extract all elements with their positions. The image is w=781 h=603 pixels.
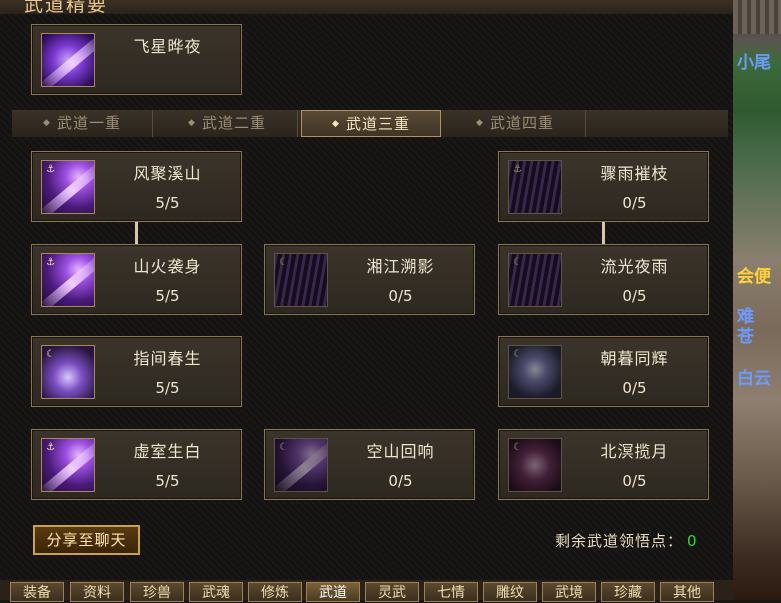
skill-name: 朝暮同辉: [600, 349, 669, 368]
skill-icon-rain: ☾: [508, 253, 562, 307]
scene-text: 小尾: [737, 53, 771, 73]
anchor-icon: ⚓: [46, 164, 55, 175]
bottom-tab-martial[interactable]: 武道: [306, 582, 360, 602]
scene-text: 会便: [737, 267, 771, 287]
points-value: 0: [687, 532, 698, 550]
skill-card[interactable]: ☾ 湘江溯影 0/5: [264, 244, 475, 315]
skill-card[interactable]: ☾ 流光夜雨 0/5: [498, 244, 709, 315]
game-scene: 小尾 会便 难 苍 白云: [733, 0, 781, 600]
skill-connector: [602, 222, 605, 244]
skill-card[interactable]: ☾ 指间春生 5/5: [31, 336, 242, 407]
moon-icon: ☾: [279, 442, 288, 453]
diamond-icon: ◆: [332, 119, 340, 129]
skill-card[interactable]: ⚓ 骤雨摧枝 0/5: [498, 151, 709, 222]
bottom-tab-cultivate[interactable]: 修炼: [248, 582, 302, 602]
skill-icon-orb: ☾: [41, 345, 95, 399]
moon-icon: ☾: [46, 349, 55, 360]
skill-icon-rain: ⚓: [508, 160, 562, 214]
skill-card[interactable]: ☾ 空山回响 0/5: [264, 429, 475, 500]
skill-name: 流光夜雨: [600, 257, 669, 276]
skill-icon-slash: ⚓: [41, 438, 95, 492]
skill-card[interactable]: ⚓ 山火袭身 5/5: [31, 244, 242, 315]
tab-tier-1[interactable]: ◆ 武道一重: [12, 110, 153, 137]
skill-connector: [135, 222, 138, 244]
top-skill-card[interactable]: 飞星晔夜: [31, 24, 242, 95]
skill-name: 虚室生白: [133, 442, 202, 461]
skill-level: 0/5: [622, 194, 647, 212]
skill-card[interactable]: ⚓ 风聚溪山 5/5: [31, 151, 242, 222]
panel-title: 武道精要: [24, 0, 109, 16]
martial-skill-panel: 武道精要 飞星晔夜 ◆ 武道一重 ◆ 武道二重 ◆ 武道三重 ◆ 武道四重 ⚓ 风聚溪山…: [0, 0, 736, 580]
skill-level: 0/5: [388, 287, 413, 305]
bottom-tab-carve[interactable]: 雕纹: [483, 582, 537, 602]
skill-name: 山火袭身: [133, 257, 202, 276]
anchor-icon: ⚓: [513, 164, 522, 175]
skill-level: 0/5: [622, 379, 647, 397]
bottom-tab-pet[interactable]: 珍兽: [130, 582, 184, 602]
tab-label: 武道一重: [56, 114, 121, 132]
skill-name: 指间春生: [133, 349, 202, 368]
moon-icon: ☾: [513, 349, 522, 360]
skill-level: 5/5: [155, 287, 180, 305]
tab-label: 武道四重: [489, 114, 554, 132]
skill-icon-cloud: ☾: [508, 345, 562, 399]
skill-level: 0/5: [388, 472, 413, 490]
skill-icon-rain: ☾: [274, 253, 328, 307]
panel-title-bar: 武道精要: [0, 0, 733, 16]
skill-card[interactable]: ☾ 北溟揽月 0/5: [498, 429, 709, 500]
skill-card[interactable]: ⚓ 虚室生白 5/5: [31, 429, 242, 500]
skill-level: 5/5: [155, 379, 180, 397]
moon-icon: ☾: [513, 442, 522, 453]
skill-level: 0/5: [622, 287, 647, 305]
skill-name: 风聚溪山: [133, 164, 202, 183]
diamond-icon: ◆: [188, 118, 196, 128]
diamond-icon: ◆: [43, 118, 51, 128]
bottom-tab-soul[interactable]: 武魂: [189, 582, 243, 602]
tab-tier-2[interactable]: ◆ 武道二重: [157, 110, 298, 137]
skill-name: 飞星晔夜: [133, 37, 202, 56]
skill-icon-slash: ☾: [274, 438, 328, 492]
skill-name: 骤雨摧枝: [600, 164, 669, 183]
scene-text: 苍: [737, 327, 754, 347]
bottom-tab-spirit[interactable]: 灵武: [365, 582, 419, 602]
roof-tiles: [733, 0, 781, 34]
diamond-icon: ◆: [476, 118, 484, 128]
moon-icon: ☾: [279, 257, 288, 268]
tab-tier-4[interactable]: ◆ 武道四重: [445, 110, 586, 137]
points-label: 剩余武道领悟点：: [555, 532, 684, 550]
skill-level: 0/5: [622, 472, 647, 490]
bottom-tab-collection[interactable]: 珍藏: [601, 582, 655, 602]
bottom-tab-info[interactable]: 资料: [70, 582, 124, 602]
skill-name: 湘江溯影: [366, 257, 435, 276]
skill-level: 5/5: [155, 194, 180, 212]
tab-label: 武道三重: [345, 115, 410, 133]
bottom-tab-equipment[interactable]: 装备: [10, 582, 64, 602]
share-to-chat-button[interactable]: 分享至聊天: [33, 525, 140, 555]
anchor-icon: ⚓: [46, 257, 55, 268]
remaining-points: 剩余武道领悟点： 0: [555, 530, 698, 551]
scene-text: 白云: [737, 369, 771, 389]
bottom-tab-other[interactable]: 其他: [660, 582, 714, 602]
skill-level: 5/5: [155, 472, 180, 490]
tab-tier-3[interactable]: ◆ 武道三重: [301, 110, 441, 137]
bottom-tab-realm[interactable]: 武境: [542, 582, 596, 602]
skill-name: 北溟揽月: [600, 442, 669, 461]
skill-name: 空山回响: [366, 442, 435, 461]
skill-icon-slash: ⚓: [41, 253, 95, 307]
moon-icon: ☾: [513, 257, 522, 268]
skill-icon-moon: ☾: [508, 438, 562, 492]
tab-label: 武道二重: [201, 114, 266, 132]
bottom-tab-bar: 装备 资料 珍兽 武魂 修炼 武道 灵武 七情 雕纹 武境 珍藏 其他: [0, 580, 733, 602]
bottom-tab-emotion[interactable]: 七情: [424, 582, 478, 602]
skill-icon-slash: ⚓: [41, 160, 95, 214]
anchor-icon: ⚓: [46, 442, 55, 453]
tier-tabs: ◆ 武道一重 ◆ 武道二重 ◆ 武道三重 ◆ 武道四重: [12, 110, 728, 137]
skill-icon-ninja: [41, 33, 95, 87]
skill-card[interactable]: ☾ 朝暮同辉 0/5: [498, 336, 709, 407]
